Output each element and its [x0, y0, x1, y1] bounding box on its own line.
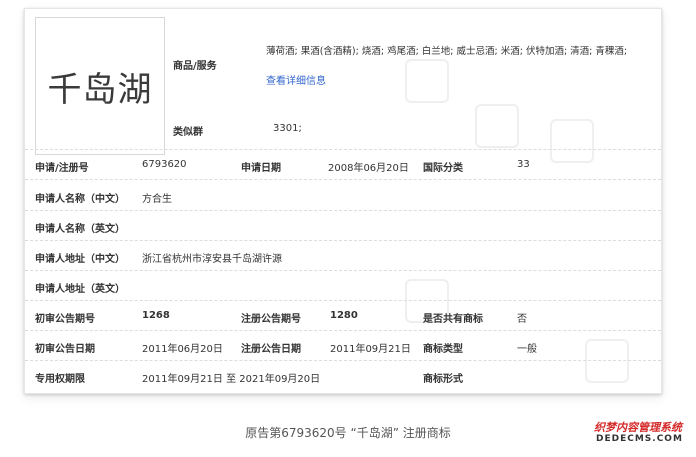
reg-issue-value: 1280: [330, 310, 358, 321]
trademark-logo-text: 千岛湖: [47, 69, 153, 110]
address-cn-value: 浙江省杭州市淳安县千岛湖许源: [142, 254, 282, 265]
background-seal-icon: [475, 104, 519, 148]
similar-group-value: 3301;: [273, 123, 302, 134]
trademark-card: 千岛湖 商品/服务 薄荷酒; 果酒(含酒精); 烧酒; 鸡尾酒; 白兰地; 威士…: [24, 8, 662, 394]
applicant-cn-value: 方合生: [142, 194, 172, 205]
prelim-date-label: 初审公告日期: [35, 344, 95, 355]
goods-label: 商品/服务: [173, 61, 217, 72]
apply-date-value: 2008年06月20日: [328, 163, 409, 174]
row-divider: [25, 149, 661, 150]
row-divider: [25, 360, 661, 361]
view-details-link[interactable]: 查看详细信息: [266, 72, 326, 87]
type-label: 商标类型: [423, 344, 463, 355]
background-seal-icon: [405, 59, 449, 103]
address-en-label: 申请人地址（英文）: [35, 284, 125, 295]
row-divider: [25, 179, 661, 180]
watermark-title: 织梦内容管理系统: [594, 421, 682, 434]
reg-date-label: 注册公告日期: [241, 344, 301, 355]
similar-group-label: 类似群: [173, 127, 203, 138]
prelim-issue-value: 1268: [142, 310, 170, 321]
site-watermark: 织梦内容管理系统 DEDECMS.COM: [594, 419, 692, 449]
reg-date-value: 2011年09月21日: [330, 344, 411, 355]
row-divider: [25, 210, 661, 211]
intl-class-value: 33: [517, 159, 530, 170]
apply-date-label: 申请日期: [241, 163, 281, 174]
intl-class-label: 国际分类: [423, 163, 463, 174]
form-label: 商标形式: [423, 374, 463, 385]
shared-label: 是否共有商标: [423, 314, 483, 325]
row-divider: [25, 300, 661, 301]
goods-value: 薄荷酒; 果酒(含酒精); 烧酒; 鸡尾酒; 白兰地; 威士忌酒; 米酒; 伏特…: [266, 46, 628, 57]
trademark-image: 千岛湖: [35, 17, 165, 155]
period-value: 2011年09月21日 至 2021年09月20日: [142, 374, 321, 385]
shared-value: 否: [517, 314, 527, 325]
background-seal-icon: [585, 339, 629, 383]
type-value: 一般: [517, 344, 537, 355]
applicant-cn-label: 申请人名称（中文）: [35, 194, 125, 205]
applicant-en-label: 申请人名称（英文）: [35, 224, 125, 235]
period-label: 专用权期限: [35, 374, 85, 385]
background-seal-icon: [550, 119, 594, 163]
prelim-date-value: 2011年06月20日: [142, 344, 223, 355]
prelim-issue-label: 初审公告期号: [35, 314, 95, 325]
reg-no-label: 申请/注册号: [35, 163, 89, 174]
row-divider: [25, 330, 661, 331]
figure-caption: 原告第6793620号 “千岛湖” 注册商标: [245, 426, 451, 440]
reg-issue-label: 注册公告期号: [241, 314, 301, 325]
reg-no-value: 6793620: [142, 159, 187, 170]
watermark-domain: DEDECMS.COM: [596, 434, 683, 444]
row-divider: [25, 270, 661, 271]
address-cn-label: 申请人地址（中文）: [35, 254, 125, 265]
row-divider: [25, 240, 661, 241]
